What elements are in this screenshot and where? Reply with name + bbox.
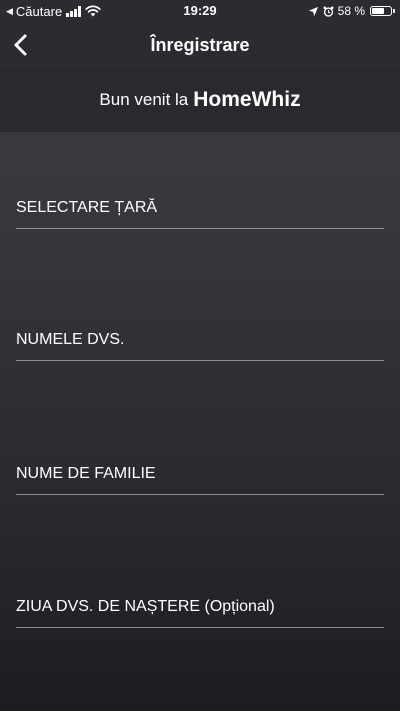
status-bar: ◀ Căutare 19:29 58 % — [0, 0, 400, 22]
welcome-prefix: Bun venit la — [99, 90, 189, 109]
battery-icon — [370, 6, 395, 16]
last-name-label: NUME DE FAMILIE — [16, 465, 156, 482]
status-right: 58 % — [308, 3, 395, 19]
birthdate-label: ZIUA DVS. DE NAȘTERE (Opțional) — [16, 598, 275, 615]
country-select-label: SELECTARE ȚARĂ — [16, 199, 158, 216]
nav-bar: Înregistrare — [0, 22, 400, 68]
alarm-icon — [323, 6, 334, 17]
first-name-label: NUMELE DVS. — [16, 331, 125, 348]
welcome-banner: Bun venit la HomeWhiz — [0, 68, 400, 132]
location-arrow-icon — [308, 6, 318, 16]
country-select-field[interactable]: SELECTARE ȚARĂ — [16, 192, 384, 229]
brand-name: HomeWhiz — [193, 88, 301, 111]
registration-screen: ◀ Căutare 19:29 58 % Înregistrare Bun ve… — [0, 0, 400, 711]
birthdate-field[interactable]: ZIUA DVS. DE NAȘTERE (Opțional) — [16, 591, 384, 628]
battery-percent: 58 % — [337, 4, 365, 18]
first-name-field[interactable]: NUMELE DVS. — [16, 324, 384, 361]
last-name-field[interactable]: NUME DE FAMILIE — [16, 458, 384, 495]
page-title: Înregistrare — [150, 35, 250, 55]
